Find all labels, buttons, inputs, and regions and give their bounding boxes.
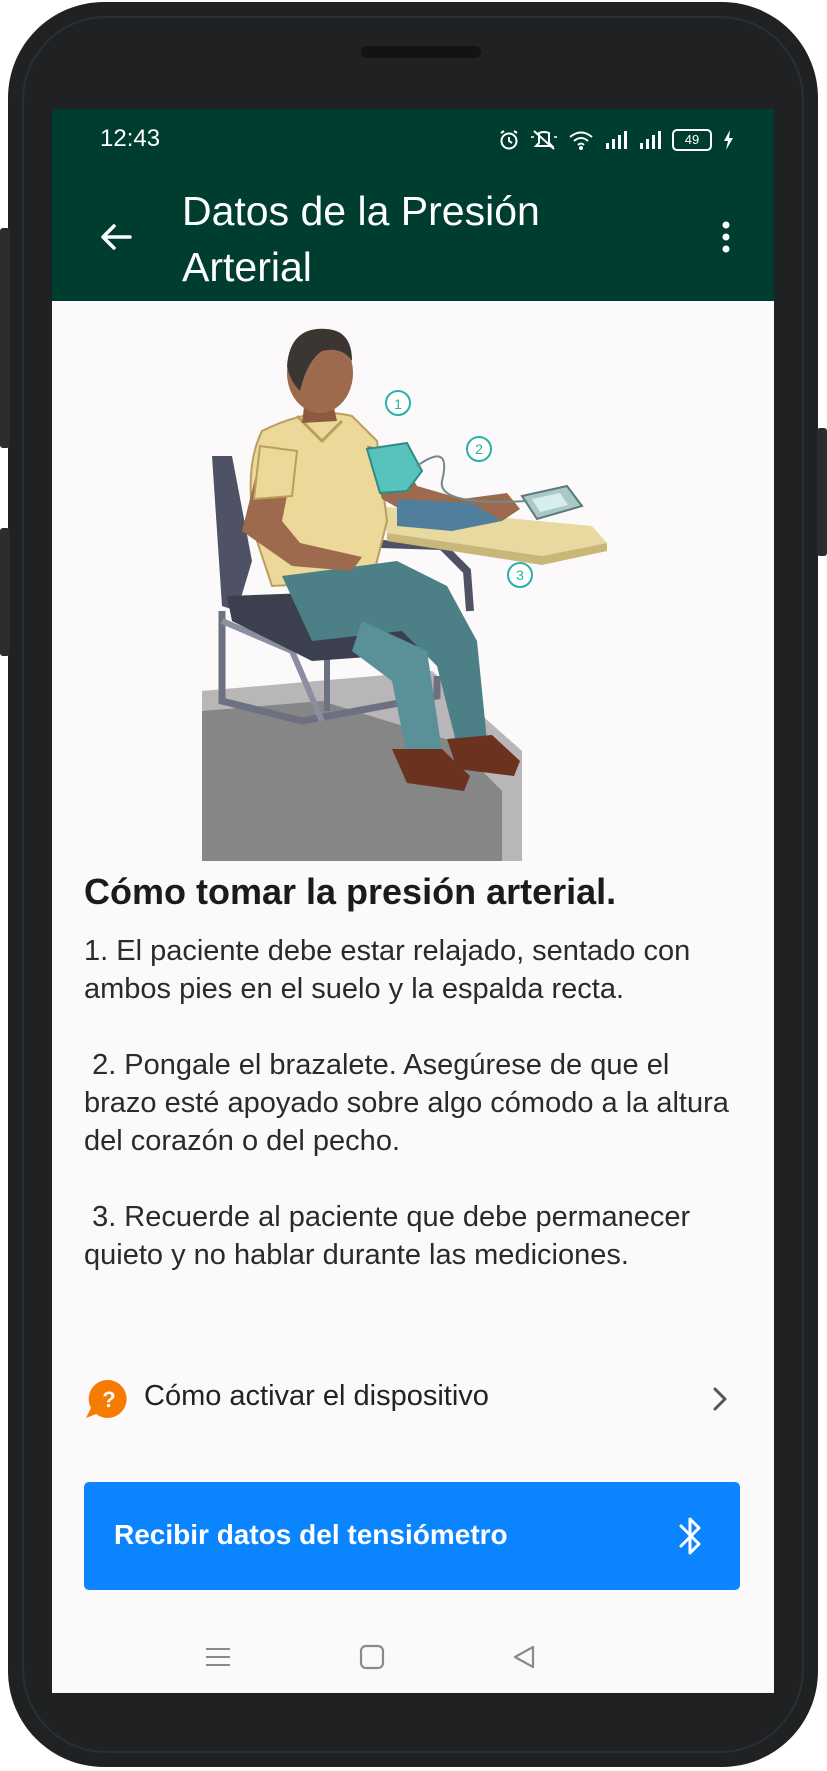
status-icons: 49 bbox=[498, 129, 734, 151]
system-nav-bar bbox=[52, 1619, 774, 1693]
help-bubble-icon: ? bbox=[86, 1379, 127, 1418]
blood-pressure-illustration: 1 2 3 bbox=[202, 328, 607, 861]
marker-3: 3 bbox=[507, 562, 533, 588]
bluetooth-icon bbox=[679, 1517, 701, 1555]
instructions-text: 1. El paciente debe estar relajado, sent… bbox=[84, 935, 729, 1271]
chevron-right-icon bbox=[713, 1387, 727, 1411]
earpiece-speaker bbox=[361, 46, 481, 58]
triangle-back-icon bbox=[513, 1645, 535, 1669]
receive-data-label: Recibir datos del tensiómetro bbox=[114, 1519, 508, 1550]
more-options-button[interactable] bbox=[702, 213, 750, 261]
home-button[interactable] bbox=[352, 1637, 392, 1677]
wifi-icon bbox=[569, 131, 593, 150]
receive-data-button[interactable]: Recibir datos del tensiómetro bbox=[84, 1482, 740, 1590]
page-title: Datos de la Presión Arterial bbox=[182, 188, 540, 290]
signal-icon bbox=[640, 131, 661, 149]
marker-1: 1 bbox=[385, 390, 411, 416]
battery-icon: 49 bbox=[672, 129, 712, 151]
alarm-icon bbox=[500, 130, 518, 150]
activate-device-link[interactable]: ? Cómo activar el dispositivo bbox=[82, 1366, 738, 1432]
help-icon-glyph: ? bbox=[102, 1387, 115, 1412]
status-bar: 12:43 49 bbox=[52, 109, 774, 173]
screen: 12:43 49 Datos de la Presión Arterial 1 … bbox=[52, 109, 774, 1693]
back-button[interactable] bbox=[92, 213, 140, 261]
menu-lines-icon bbox=[206, 1648, 230, 1666]
mute-icon bbox=[531, 130, 557, 150]
marker-2: 2 bbox=[466, 436, 492, 462]
recents-button[interactable] bbox=[198, 1637, 238, 1677]
square-icon bbox=[359, 1644, 385, 1670]
marker-1-label: 1 bbox=[394, 396, 402, 412]
marker-3-label: 3 bbox=[516, 567, 524, 583]
more-vertical-icon bbox=[722, 221, 730, 253]
activate-device-label: Cómo activar el dispositivo bbox=[144, 1380, 489, 1412]
back-nav-button[interactable] bbox=[504, 1637, 544, 1677]
marker-2-label: 2 bbox=[475, 441, 483, 457]
side-button-right bbox=[817, 428, 827, 556]
app-bar: Datos de la Presión Arterial bbox=[52, 173, 774, 301]
signal-icon bbox=[606, 131, 627, 149]
status-time: 12:43 bbox=[100, 125, 161, 152]
arrow-left-icon bbox=[101, 224, 132, 250]
instructions-heading: Cómo tomar la presión arterial. bbox=[84, 871, 617, 912]
power-button-left bbox=[0, 528, 10, 656]
volume-button bbox=[0, 228, 10, 448]
charging-icon bbox=[724, 130, 733, 150]
battery-level: 49 bbox=[684, 132, 700, 147]
